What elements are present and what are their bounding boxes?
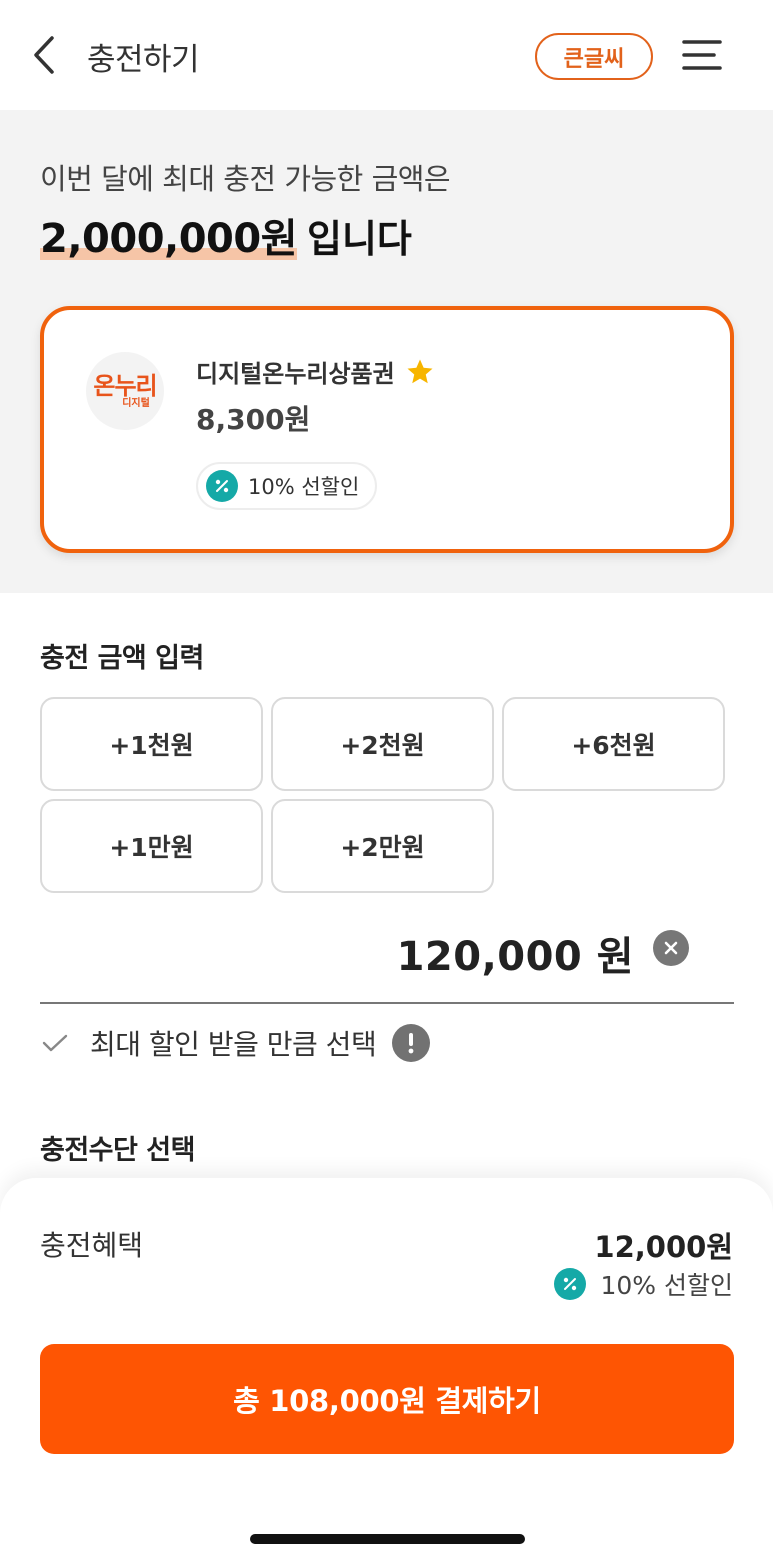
limit-suffix: 입니다	[307, 217, 412, 261]
menu-button[interactable]	[676, 36, 728, 76]
payment-method-title: 충전수단 선택	[40, 1135, 195, 1166]
limit-amount-line: 2,000,000원 입니다	[40, 206, 412, 264]
max-discount-option[interactable]: 최대 할인 받을 만큼 선택	[40, 1020, 431, 1066]
voucher-card-onnuri[interactable]: 온누리 디지털 디지털온누리상품권 8,300원 10% 선할인	[40, 306, 734, 553]
charge-amount-title: 충전 금액 입력	[40, 643, 204, 674]
close-icon	[664, 941, 678, 955]
discount-badge: 10% 선할인	[196, 462, 378, 510]
star-icon	[407, 359, 433, 383]
voucher-price: 8,300원	[196, 403, 311, 436]
max-discount-label: 최대 할인 받을 만큼 선택	[90, 1028, 377, 1061]
big-font-button[interactable]: 큰글씨	[535, 33, 653, 80]
chevron-left-icon	[34, 36, 54, 74]
page-title: 충전하기	[87, 42, 200, 78]
benefit-discount-label: 10% 선할인	[600, 1271, 733, 1300]
add-2000-button[interactable]: +2천원	[271, 697, 494, 791]
discount-badge-label: 10% 선할인	[248, 475, 360, 499]
percent-icon	[554, 1268, 587, 1300]
logo-sub-text: 디지털	[122, 397, 150, 409]
checkmark-icon	[42, 1034, 68, 1052]
add-10000-button[interactable]: +1만원	[40, 799, 263, 893]
charge-amount-value: 120,000 원	[396, 934, 634, 980]
add-20000-button[interactable]: +2만원	[271, 799, 494, 893]
voucher-name-row: 디지털온누리상품권	[196, 354, 435, 389]
voucher-name: 디지털온누리상품권	[196, 360, 395, 388]
benefit-amount: 12,000원	[594, 1230, 733, 1264]
hamburger-menu-icon	[682, 40, 722, 70]
clear-amount-button[interactable]	[653, 930, 689, 966]
add-1000-button[interactable]: +1천원	[40, 697, 263, 791]
limit-amount: 2,000,000원	[40, 216, 298, 262]
percent-icon	[206, 470, 238, 502]
pay-button[interactable]: 총 108,000원 결제하기	[40, 1344, 734, 1454]
app-header: 충전하기 큰글씨	[0, 0, 773, 110]
add-6000-button[interactable]: +6천원	[502, 697, 725, 791]
logo-main-text: 온누리	[93, 371, 157, 400]
limit-intro-text: 이번 달에 최대 충전 가능한 금액은	[40, 162, 451, 196]
benefit-discount: 10% 선할인	[554, 1266, 733, 1302]
exclamation-info-icon[interactable]	[392, 1024, 431, 1062]
back-button[interactable]	[22, 30, 66, 80]
charge-limit-section: 이번 달에 최대 충전 가능한 금액은 2,000,000원 입니다 온누리 디…	[0, 110, 773, 593]
charge-amount-field[interactable]: 120,000 원	[40, 920, 734, 1004]
home-indicator	[250, 1534, 525, 1544]
onnuri-logo: 온누리 디지털	[86, 352, 164, 430]
payment-summary-sheet: 충전혜택 12,000원 10% 선할인 총 108,000원 결제하기	[0, 1178, 773, 1560]
benefit-label: 충전혜택	[40, 1229, 144, 1262]
